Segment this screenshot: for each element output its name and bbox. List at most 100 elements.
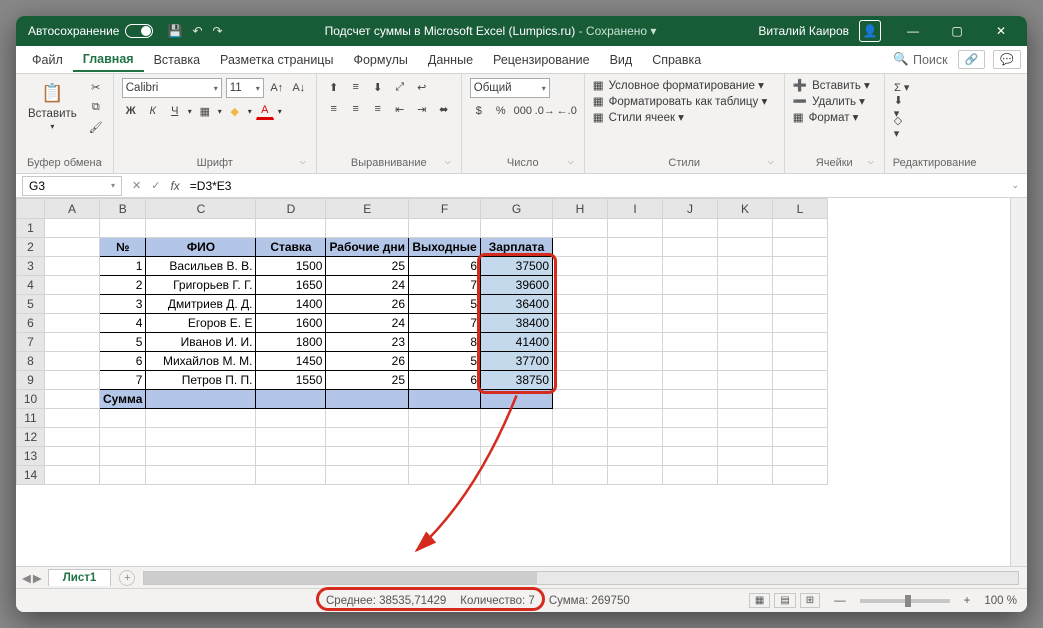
- tab-review[interactable]: Рецензирование: [483, 49, 600, 71]
- copy-icon[interactable]: ⧉: [87, 98, 105, 116]
- column-header[interactable]: I: [608, 199, 663, 219]
- cell[interactable]: 5: [409, 295, 481, 314]
- cell[interactable]: [409, 447, 481, 466]
- cell[interactable]: 25: [326, 371, 409, 390]
- cell[interactable]: 5: [100, 333, 146, 352]
- cell[interactable]: [663, 409, 718, 428]
- row-header[interactable]: 12: [17, 428, 45, 447]
- sheet-tab[interactable]: Лист1: [48, 569, 112, 586]
- align-bottom-icon[interactable]: ⬇: [369, 78, 387, 96]
- cell[interactable]: [481, 409, 553, 428]
- cell[interactable]: [553, 390, 608, 409]
- cell[interactable]: [100, 409, 146, 428]
- cell[interactable]: 1600: [256, 314, 326, 333]
- column-header[interactable]: A: [45, 199, 100, 219]
- row-header[interactable]: 2: [17, 238, 45, 257]
- cell[interactable]: Рабочие дни: [326, 238, 409, 257]
- bold-button[interactable]: Ж: [122, 102, 140, 120]
- vertical-scrollbar[interactable]: [1010, 198, 1027, 566]
- format-as-table-button[interactable]: ▦Форматировать как таблицу ▾: [593, 94, 767, 108]
- cell[interactable]: [553, 466, 608, 485]
- cell[interactable]: 7: [409, 314, 481, 333]
- cell[interactable]: [663, 257, 718, 276]
- row-header[interactable]: 8: [17, 352, 45, 371]
- cancel-formula-icon[interactable]: ✕: [132, 179, 141, 192]
- decrease-indent-icon[interactable]: ⇤: [391, 100, 409, 118]
- cell[interactable]: [773, 295, 828, 314]
- view-page-break-icon[interactable]: ⊞: [800, 593, 820, 608]
- tab-view[interactable]: Вид: [600, 49, 643, 71]
- cell[interactable]: 1650: [256, 276, 326, 295]
- border-icon[interactable]: ▦: [196, 102, 214, 120]
- cell[interactable]: [773, 314, 828, 333]
- cell[interactable]: [45, 219, 100, 238]
- italic-button[interactable]: К: [144, 102, 162, 120]
- cell[interactable]: 1550: [256, 371, 326, 390]
- cell[interactable]: Григорьев Г. Г.: [146, 276, 256, 295]
- view-normal-icon[interactable]: ▦: [749, 593, 770, 608]
- row-header[interactable]: 5: [17, 295, 45, 314]
- cell[interactable]: Иванов И. И.: [146, 333, 256, 352]
- cell[interactable]: [45, 295, 100, 314]
- cell[interactable]: [608, 352, 663, 371]
- cell[interactable]: [773, 257, 828, 276]
- cell[interactable]: [146, 466, 256, 485]
- cell[interactable]: [45, 409, 100, 428]
- cell[interactable]: 26: [326, 295, 409, 314]
- cell[interactable]: [553, 238, 608, 257]
- format-painter-icon[interactable]: 🖌: [87, 118, 105, 136]
- row-header[interactable]: 14: [17, 466, 45, 485]
- decrease-font-icon[interactable]: A↓: [290, 79, 308, 97]
- cell[interactable]: [45, 466, 100, 485]
- cell[interactable]: [409, 390, 481, 409]
- cell[interactable]: [100, 466, 146, 485]
- cell[interactable]: [773, 276, 828, 295]
- cell[interactable]: [663, 466, 718, 485]
- cell[interactable]: [663, 352, 718, 371]
- cell[interactable]: [45, 333, 100, 352]
- cut-icon[interactable]: ✂: [87, 78, 105, 96]
- cell[interactable]: [718, 257, 773, 276]
- column-header[interactable]: F: [409, 199, 481, 219]
- cell[interactable]: [553, 276, 608, 295]
- cell[interactable]: 1500: [256, 257, 326, 276]
- row-header[interactable]: 9: [17, 371, 45, 390]
- cell[interactable]: [608, 466, 663, 485]
- search-box[interactable]: 🔍 Поиск: [893, 52, 947, 67]
- cell[interactable]: Зарплата: [481, 238, 553, 257]
- align-left-icon[interactable]: ≡: [325, 100, 343, 118]
- cell[interactable]: [773, 466, 828, 485]
- cell[interactable]: [553, 257, 608, 276]
- cell[interactable]: [718, 390, 773, 409]
- cell[interactable]: [553, 295, 608, 314]
- cell[interactable]: Васильев В. В.: [146, 257, 256, 276]
- cell[interactable]: [326, 409, 409, 428]
- tab-layout[interactable]: Разметка страницы: [210, 49, 343, 71]
- cell[interactable]: 2: [100, 276, 146, 295]
- tab-help[interactable]: Справка: [642, 49, 711, 71]
- cell[interactable]: [409, 219, 481, 238]
- sheet-nav-next-icon[interactable]: ▶: [33, 571, 42, 585]
- add-sheet-button[interactable]: +: [119, 570, 135, 586]
- cell[interactable]: [553, 409, 608, 428]
- align-top-icon[interactable]: ⬆: [325, 78, 343, 96]
- cell[interactable]: [553, 352, 608, 371]
- column-header[interactable]: D: [256, 199, 326, 219]
- cell[interactable]: [718, 409, 773, 428]
- cell[interactable]: №: [100, 238, 146, 257]
- column-header[interactable]: C: [146, 199, 256, 219]
- cell[interactable]: [608, 390, 663, 409]
- cell[interactable]: [326, 390, 409, 409]
- cell[interactable]: [256, 219, 326, 238]
- cell[interactable]: [718, 314, 773, 333]
- cell[interactable]: [663, 390, 718, 409]
- cell[interactable]: [608, 257, 663, 276]
- cell[interactable]: [146, 428, 256, 447]
- cell[interactable]: [326, 428, 409, 447]
- cell-styles-button[interactable]: ▦Стили ячеек ▾: [593, 110, 767, 124]
- cell[interactable]: Дмитриев Д. Д.: [146, 295, 256, 314]
- cell[interactable]: [663, 314, 718, 333]
- cell[interactable]: 38750: [481, 371, 553, 390]
- orientation-icon[interactable]: ⤢: [391, 78, 409, 96]
- decrease-decimal-icon[interactable]: ←.0: [558, 102, 576, 120]
